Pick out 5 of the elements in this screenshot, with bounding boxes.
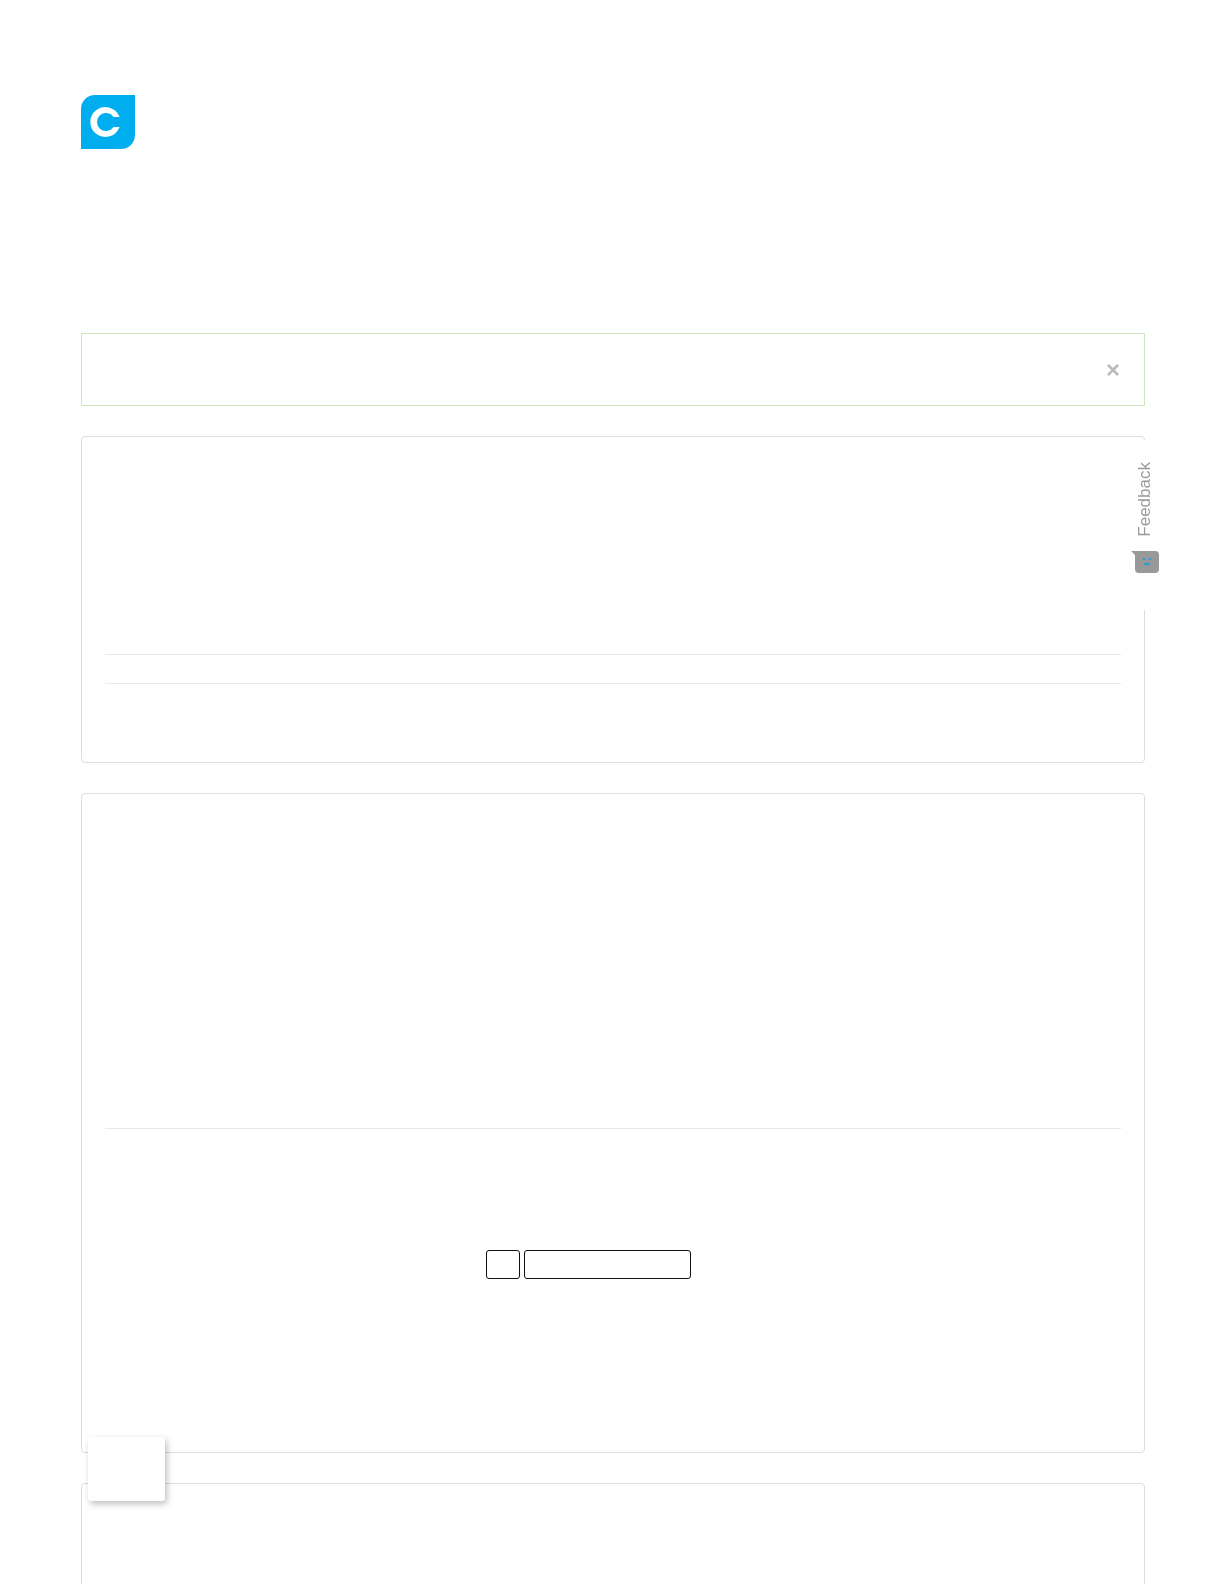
smiley-icon bbox=[1131, 550, 1159, 573]
empty-box bbox=[486, 1250, 520, 1279]
close-button[interactable]: × bbox=[1102, 357, 1124, 382]
logo-icon bbox=[81, 95, 135, 149]
feedback-tab[interactable]: Feedback bbox=[1133, 440, 1157, 610]
